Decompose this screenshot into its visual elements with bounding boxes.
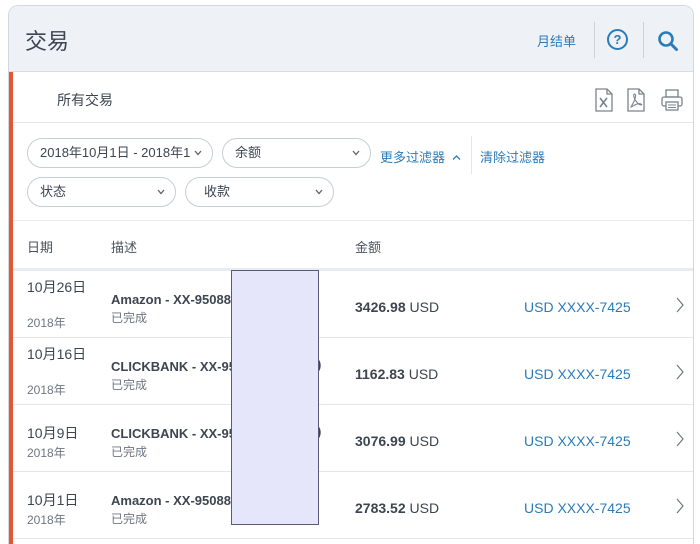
status-filter[interactable]: 状态 bbox=[27, 177, 176, 207]
date-range-filter[interactable]: 2018年10月1日 - 2018年1 bbox=[27, 138, 213, 168]
chevron-right-icon[interactable] bbox=[676, 498, 684, 514]
column-header-description[interactable]: 描述 bbox=[111, 237, 137, 256]
transaction-year: 2018年 bbox=[27, 513, 66, 527]
amount-value: 2783.52 bbox=[355, 500, 406, 516]
transaction-date: 10月16日 bbox=[27, 346, 87, 362]
divider bbox=[471, 136, 472, 174]
chevron-down-icon bbox=[315, 189, 323, 195]
transaction-description: Amazon - XX-95088 bbox=[111, 292, 231, 307]
account-link[interactable]: USD XXXX-7425 bbox=[524, 366, 631, 382]
more-filters-link[interactable]: 更多过滤器 bbox=[380, 147, 461, 166]
amount-currency: USD bbox=[409, 500, 440, 516]
amount-currency: USD bbox=[409, 433, 440, 449]
transactions-panel: 交易 月结单 ? 所有交易 2018年 10月1日 - 2018年1 余额 更多过… bbox=[8, 5, 694, 544]
amount-value: 3076.99 bbox=[355, 433, 406, 449]
transaction-year: 2018年 bbox=[27, 316, 66, 330]
amount-value: 1162.83 bbox=[355, 366, 405, 382]
redaction-box bbox=[231, 270, 319, 525]
chevron-down-icon bbox=[194, 149, 202, 157]
chevron-down-icon bbox=[157, 189, 165, 195]
amount-currency: USD bbox=[409, 299, 440, 315]
pdf-export-icon[interactable] bbox=[627, 88, 645, 112]
transaction-date: 10月26日 bbox=[27, 279, 87, 295]
chevron-down-icon bbox=[352, 150, 360, 156]
type-filter-value: 收款 bbox=[204, 184, 231, 199]
excel-export-icon[interactable] bbox=[595, 88, 613, 112]
amount-currency: USD bbox=[408, 366, 439, 382]
chevron-right-icon[interactable] bbox=[676, 364, 684, 380]
column-header-amount[interactable]: 金额 bbox=[355, 237, 381, 256]
page-title: 交易 bbox=[25, 29, 70, 54]
chevron-up-icon bbox=[452, 155, 461, 160]
transaction-description: Amazon - XX-95088 bbox=[111, 493, 231, 508]
statement-link[interactable]: 月结单 bbox=[537, 31, 576, 50]
transaction-row[interactable]: 10月16日 2018年 CLICKBANK - XX-95 已完成 1162.… bbox=[13, 338, 693, 405]
transaction-status: 已完成 bbox=[111, 445, 148, 459]
transaction-row[interactable]: 10月26日 2018年 Amazon - XX-95088 已完成 3426.… bbox=[13, 271, 693, 338]
transaction-row[interactable]: 10月9日 2018年 CLICKBANK - XX-95 已完成 3076.9… bbox=[13, 405, 693, 472]
transaction-date: 10月9日 bbox=[27, 425, 79, 441]
transaction-amount: 3076.99 USD bbox=[355, 433, 439, 449]
divider bbox=[13, 220, 693, 221]
transaction-year: 2018年 bbox=[27, 383, 66, 397]
status-filter-value: 状态 bbox=[40, 184, 67, 199]
transaction-amount: 3426.98 USD bbox=[355, 299, 439, 315]
header-divider bbox=[594, 22, 595, 58]
account-link[interactable]: USD XXXX-7425 bbox=[524, 500, 631, 516]
transaction-amount: 1162.83 USD bbox=[355, 366, 438, 382]
amount-filter-value: 余额 bbox=[235, 145, 262, 160]
divider bbox=[13, 122, 693, 123]
column-header-date[interactable]: 日期 bbox=[27, 237, 53, 256]
transaction-status: 已完成 bbox=[111, 378, 148, 392]
type-filter[interactable]: 收款 bbox=[185, 177, 334, 207]
transaction-description: CLICKBANK - XX-95 bbox=[111, 426, 236, 441]
transaction-row[interactable]: 10月1日 2018年 Amazon - XX-95088 已完成 2783.5… bbox=[13, 472, 693, 539]
amount-value: 3426.98 bbox=[355, 299, 406, 315]
clear-filters-link[interactable]: 清除过滤器 bbox=[480, 147, 545, 166]
amount-filter[interactable]: 余额 bbox=[222, 138, 371, 168]
transaction-date: 10月1日 bbox=[27, 492, 79, 508]
more-filters-label: 更多过滤器 bbox=[380, 150, 446, 165]
page-header: 交易 月结单 ? bbox=[9, 6, 693, 72]
account-link[interactable]: USD XXXX-7425 bbox=[524, 299, 631, 315]
account-link[interactable]: USD XXXX-7425 bbox=[524, 433, 631, 449]
transaction-description: CLICKBANK - XX-95 bbox=[111, 359, 236, 374]
transaction-status: 已完成 bbox=[111, 311, 148, 325]
print-icon[interactable] bbox=[661, 88, 683, 112]
chevron-right-icon[interactable] bbox=[676, 297, 684, 313]
search-icon[interactable] bbox=[657, 30, 679, 52]
section-title: 所有交易 bbox=[57, 92, 113, 108]
header-divider bbox=[643, 22, 644, 58]
help-icon[interactable]: ? bbox=[607, 29, 628, 50]
transaction-amount: 2783.52 USD bbox=[355, 500, 439, 516]
transaction-status: 已完成 bbox=[111, 512, 148, 526]
chevron-right-icon[interactable] bbox=[676, 431, 684, 447]
transaction-year: 2018年 bbox=[27, 446, 66, 460]
date-range-value: 2018年10月1日 - 2018年1 bbox=[40, 145, 191, 160]
